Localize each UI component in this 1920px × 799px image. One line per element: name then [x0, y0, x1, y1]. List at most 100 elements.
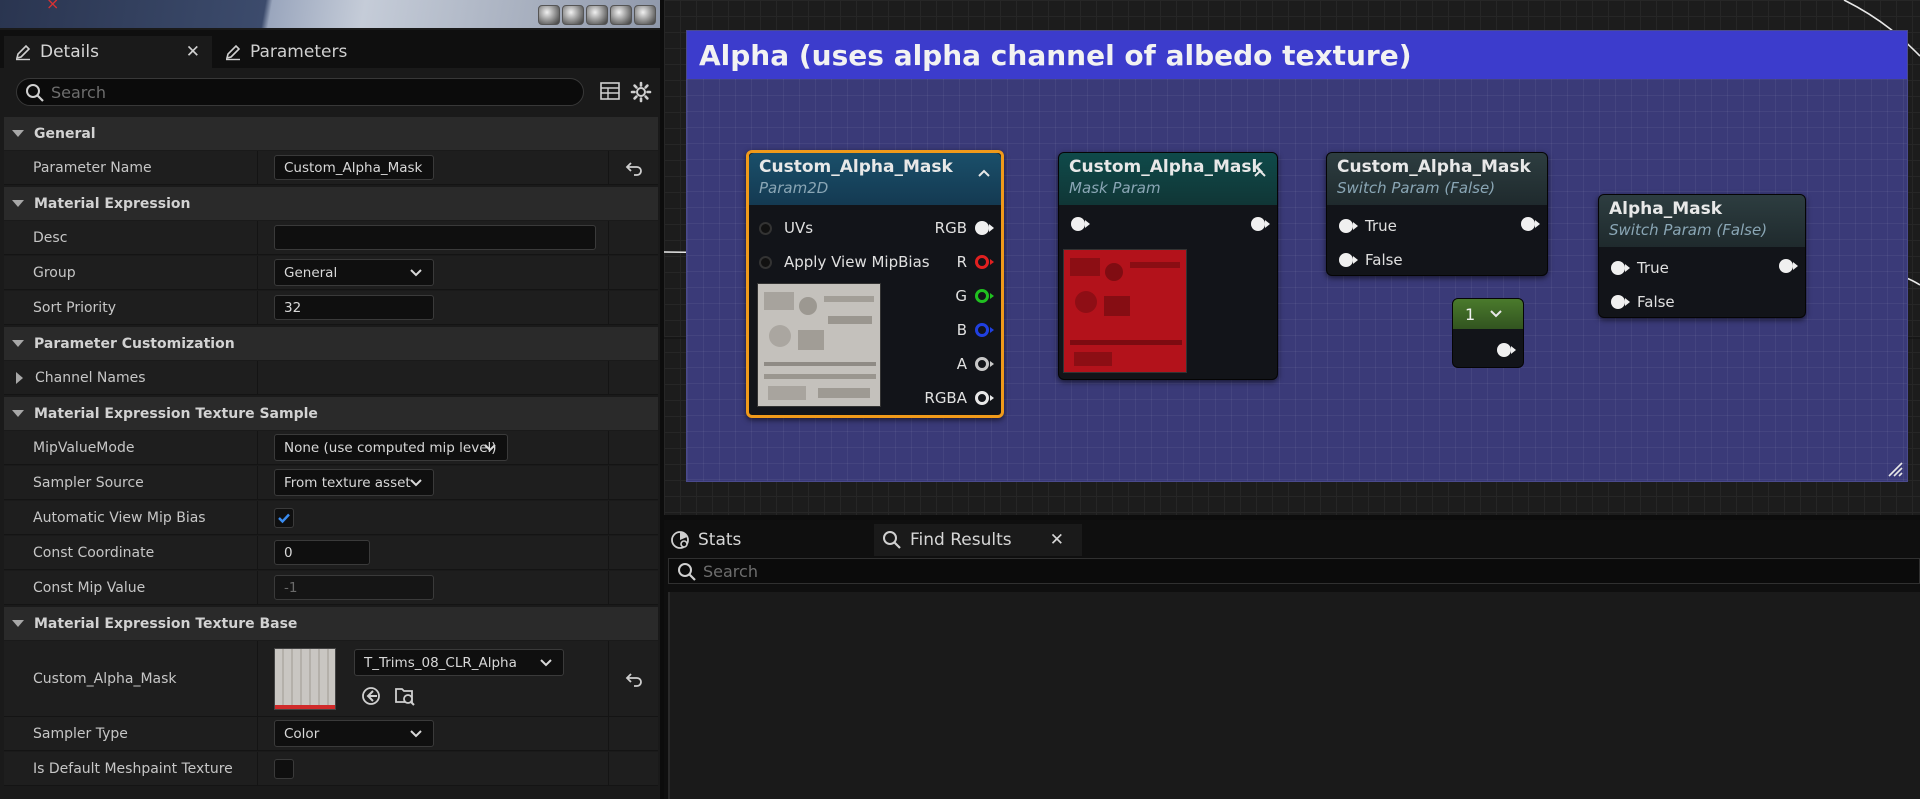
- texture-param-node[interactable]: Custom_Alpha_Mask Param2D UVs Apply View…: [746, 150, 1004, 418]
- resize-handle-icon[interactable]: [1887, 461, 1903, 477]
- pin-mask-in[interactable]: [1071, 217, 1097, 231]
- section-parameter-customization[interactable]: Parameter Customization: [4, 327, 658, 360]
- tab-parameters[interactable]: Parameters: [214, 36, 414, 68]
- gear-icon[interactable]: [630, 81, 652, 103]
- switch-param-node[interactable]: Custom_Alpha_Mask Switch Param (False) T…: [1326, 152, 1548, 276]
- section-texture-base[interactable]: Material Expression Texture Base: [4, 607, 658, 640]
- sphere-preview-icon[interactable]: [562, 5, 584, 25]
- group-dropdown[interactable]: General: [274, 259, 434, 286]
- pin-rgba-out[interactable]: RGBA: [924, 389, 994, 407]
- reset-to-default-button[interactable]: [608, 641, 658, 716]
- texture-asset-value: T_Trims_08_CLR_Alpha: [364, 654, 517, 671]
- tab-find-results[interactable]: Find Results ✕: [874, 524, 1082, 556]
- auto-view-mip-bias-checkbox[interactable]: [274, 507, 294, 528]
- texture-label: Custom_Alpha_Mask: [4, 641, 258, 716]
- tab-details[interactable]: Details ✕: [4, 36, 212, 68]
- node-header: Custom_Alpha_Mask Switch Param (False): [1327, 153, 1547, 205]
- reset-to-default-button[interactable]: [608, 151, 658, 184]
- teapot-preview-icon[interactable]: [634, 5, 656, 25]
- prop-const-mip-value: Const Mip Value -1: [4, 571, 658, 605]
- pin-label: False: [1637, 293, 1675, 311]
- close-tab-icon[interactable]: ✕: [186, 42, 200, 62]
- sort-priority-input[interactable]: 32: [274, 295, 434, 320]
- pin-false[interactable]: False: [1611, 293, 1675, 311]
- texture-thumbnail[interactable]: [274, 647, 336, 710]
- node-title: Custom_Alpha_Mask: [759, 157, 953, 177]
- pin-constant-out[interactable]: [1489, 343, 1516, 357]
- reset-cell: [608, 466, 658, 499]
- pin-mask-out[interactable]: [1243, 217, 1270, 231]
- sampler-source-dropdown[interactable]: From texture asset: [274, 469, 434, 496]
- tab-stats-label: Stats: [698, 530, 742, 550]
- collapse-chevron-icon[interactable]: [977, 167, 991, 179]
- default-meshpaint-checkbox[interactable]: [274, 758, 294, 779]
- caret-down-icon: [12, 620, 24, 627]
- texture-asset-dropdown[interactable]: T_Trims_08_CLR_Alpha: [354, 649, 564, 676]
- texture-trims-pattern: [764, 292, 876, 400]
- collapse-chevron-icon[interactable]: [1253, 167, 1267, 179]
- pin-label: True: [1637, 259, 1669, 277]
- constant-node[interactable]: 1: [1452, 298, 1524, 368]
- section-material-expression[interactable]: Material Expression: [4, 187, 658, 220]
- plane-preview-icon[interactable]: [586, 5, 608, 25]
- pin-uvs[interactable]: UVs: [759, 219, 813, 237]
- close-icon: ×: [46, 0, 60, 13]
- preview-viewport[interactable]: ×: [0, 0, 660, 28]
- find-results-search-placeholder: Search: [703, 561, 758, 581]
- pin-label: RGB: [934, 219, 967, 237]
- section-texture-sample[interactable]: Material Expression Texture Sample: [4, 397, 658, 430]
- pin-b-out[interactable]: B: [957, 321, 994, 339]
- pin-apply-view-mipbias[interactable]: Apply View MipBias: [759, 253, 930, 271]
- pin-alpha-out[interactable]: [1771, 259, 1798, 273]
- use-selected-asset-icon[interactable]: [360, 685, 382, 707]
- pin-label: G: [955, 287, 967, 305]
- pin-true[interactable]: True: [1611, 259, 1669, 277]
- pin-rgb-out[interactable]: RGB: [934, 219, 994, 237]
- close-tab-icon[interactable]: ✕: [1050, 530, 1064, 550]
- chevron-down-icon: [540, 659, 552, 667]
- undo-arrow-icon: [625, 161, 642, 176]
- group-dropdown-value: General: [284, 264, 338, 281]
- find-results-list[interactable]: [668, 592, 1920, 799]
- input-pin-icon: [759, 255, 772, 269]
- pin-a-out[interactable]: A: [957, 355, 994, 373]
- find-results-search-input[interactable]: Search: [668, 558, 1920, 584]
- pin-switch-out[interactable]: [1513, 217, 1540, 231]
- details-search-input[interactable]: Search: [16, 78, 584, 106]
- mip-value-mode-dropdown[interactable]: None (use computed mip level): [274, 434, 508, 461]
- material-graph-canvas[interactable]: Alpha (uses alpha channel of albedo text…: [664, 0, 1920, 515]
- desc-input[interactable]: [274, 225, 596, 250]
- output-pin-icon: [975, 391, 994, 405]
- prop-sampler-type: Sampler Type Color: [4, 717, 658, 751]
- prop-channel-names[interactable]: Channel Names: [4, 361, 658, 395]
- section-general[interactable]: General: [4, 117, 658, 150]
- const-coordinate-input[interactable]: 0: [274, 540, 370, 565]
- table-view-icon[interactable]: [600, 82, 620, 100]
- pin-false[interactable]: False: [1339, 251, 1403, 269]
- default-meshpaint-label: Is Default Meshpaint Texture: [4, 752, 258, 785]
- sampler-source-value-cell: From texture asset: [258, 466, 658, 499]
- parameter-name-input[interactable]: Custom_Alpha_Mask: [274, 155, 434, 180]
- prop-default-meshpaint: Is Default Meshpaint Texture: [4, 752, 658, 786]
- caret-right-icon[interactable]: [16, 371, 23, 384]
- sampler-type-dropdown[interactable]: Color: [274, 720, 434, 747]
- prop-parameter-name: Parameter Name Custom_Alpha_Mask: [4, 151, 658, 185]
- output-pin-icon: [975, 357, 994, 371]
- reset-cell: [608, 431, 658, 464]
- cylinder-preview-icon[interactable]: [538, 5, 560, 25]
- caret-down-icon: [12, 340, 24, 347]
- section-general-label: General: [34, 125, 96, 142]
- comment-title[interactable]: Alpha (uses alpha channel of albedo text…: [687, 31, 1907, 79]
- pin-r-out[interactable]: R: [957, 253, 994, 271]
- pin-g-out[interactable]: G: [955, 287, 994, 305]
- tab-stats[interactable]: Stats: [670, 524, 870, 556]
- mask-param-node[interactable]: Custom_Alpha_Mask Mask Param: [1058, 152, 1278, 380]
- pin-true[interactable]: True: [1339, 217, 1397, 235]
- chevron-down-icon[interactable]: [1489, 308, 1503, 320]
- cube-preview-icon[interactable]: [610, 5, 632, 25]
- node-subtitle: Switch Param (False): [1609, 221, 1768, 239]
- alpha-mask-switch-node[interactable]: Alpha_Mask Switch Param (False) True Fal…: [1598, 194, 1806, 318]
- browse-asset-icon[interactable]: [394, 685, 416, 707]
- section-texture-base-label: Material Expression Texture Base: [34, 615, 298, 632]
- desc-value-cell: [258, 221, 658, 254]
